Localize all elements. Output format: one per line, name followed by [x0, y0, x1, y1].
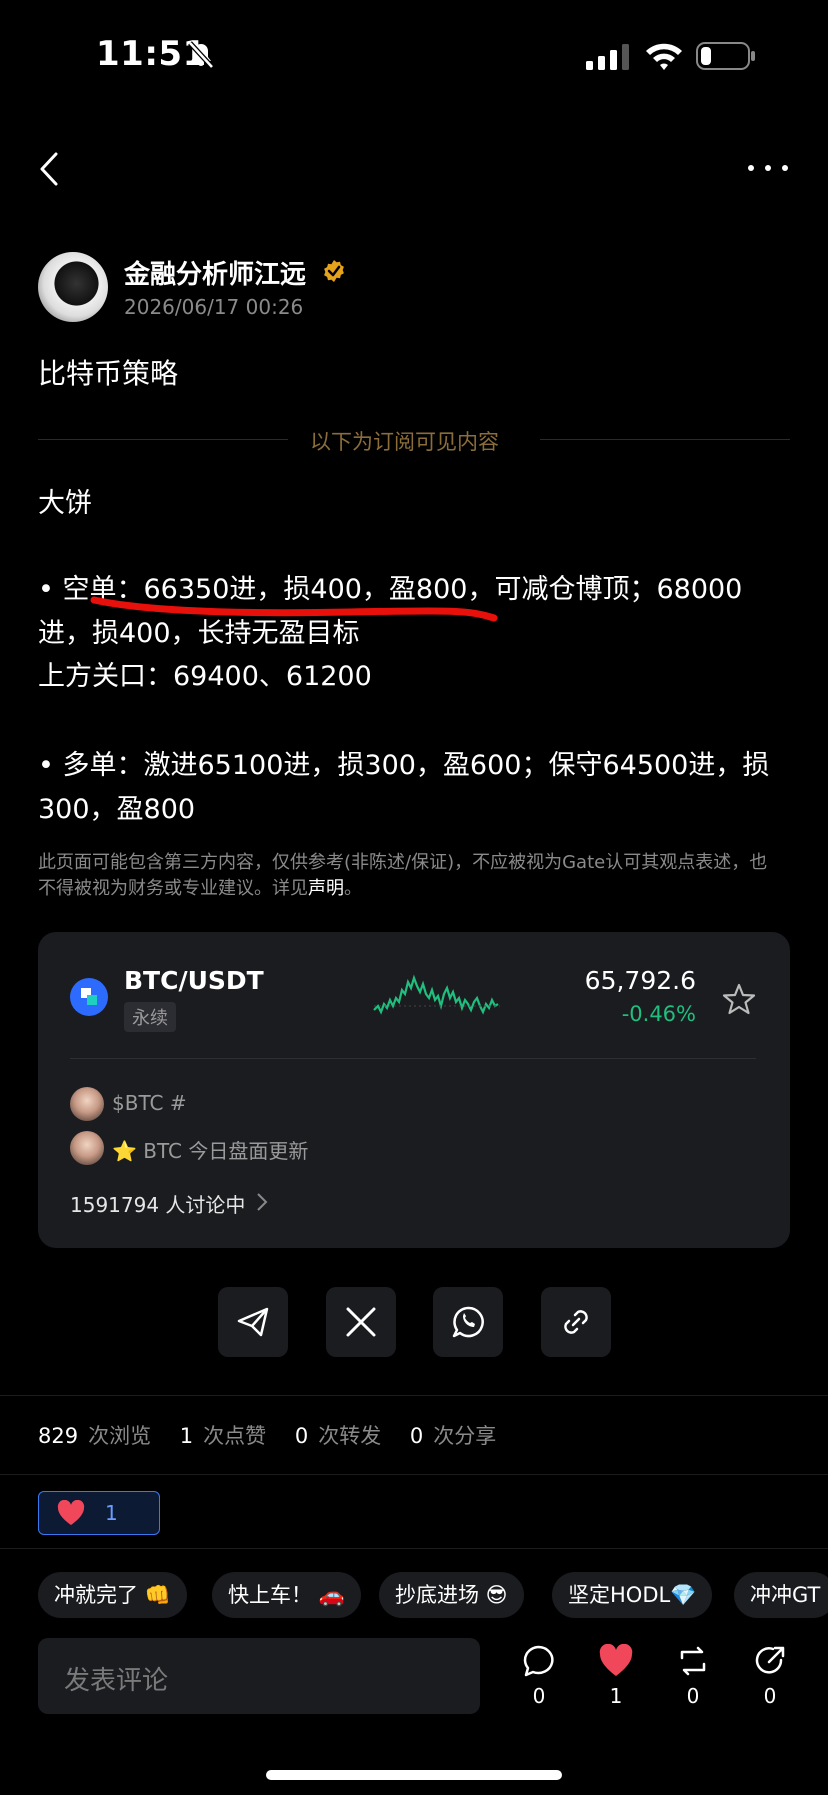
author-name[interactable]: 金融分析师江远 [124, 254, 306, 291]
discussion-count[interactable]: 1591794 人讨论中 [70, 1189, 245, 1218]
trading-pair: BTC/USDT [124, 966, 264, 995]
subscriber-content-label: 以下为订阅可见内容 [310, 430, 499, 454]
disclaimer: 此页面可能包含第三方内容，仅供参考(非陈述/保证)，不应被视为Gate认可其观点… [38, 850, 778, 902]
disclaimer-end: 。 [344, 878, 362, 899]
quick-reply-chip[interactable]: 抄底进场 😎 [379, 1572, 524, 1618]
disclaimer-link[interactable]: 声明 [308, 878, 344, 899]
battery-icon [696, 42, 755, 70]
share-action[interactable]: 0 [745, 1644, 795, 1708]
favorite-star-icon[interactable] [722, 982, 756, 1016]
repost-count: 0 [686, 1684, 700, 1708]
heart-filled-icon [599, 1643, 633, 1676]
body-line: 上方关口：69400、61200 [38, 661, 372, 692]
share-telegram-button[interactable] [218, 1287, 288, 1357]
disclaimer-text: 此页面可能包含第三方内容，仅供参考(非陈述/保证)，不应被视为Gate认可其观点… [38, 852, 768, 899]
quick-reply-chip[interactable]: 冲就完了 👊 [38, 1572, 187, 1618]
comment-placeholder: 发表评论 [64, 1666, 169, 1696]
telegram-icon [237, 1307, 269, 1337]
quick-reply-chip[interactable]: 坚定HODL💎 [552, 1572, 713, 1618]
comment-count: 0 [532, 1684, 546, 1708]
topic-avatar [70, 1131, 104, 1165]
shares-label: 次分享 [433, 1424, 497, 1448]
shares-count: 0 [409, 1424, 424, 1448]
likes-label: 次点赞 [203, 1424, 267, 1448]
likes-count: 1 [179, 1424, 194, 1448]
repost-action[interactable]: 0 [668, 1644, 718, 1708]
verified-badge-icon [324, 260, 344, 282]
bell-muted-icon [188, 41, 214, 69]
price-sparkline [373, 974, 500, 1015]
body-line: 大饼 [38, 488, 92, 519]
whatsapp-icon [452, 1306, 484, 1338]
copy-link-button[interactable] [541, 1287, 611, 1357]
last-price: 65,792.6 [584, 966, 696, 995]
cellular-signal-icon [586, 44, 629, 70]
x-icon [346, 1307, 376, 1337]
views-count: 829 [38, 1424, 79, 1448]
home-indicator[interactable] [266, 1770, 562, 1780]
heart-reaction-chip[interactable]: 1 [38, 1491, 160, 1535]
comment-action[interactable]: 0 [514, 1644, 564, 1708]
reposts-label: 次转发 [318, 1424, 382, 1448]
card-divider [70, 1058, 756, 1059]
topic-link[interactable]: ⭐ BTC 今日盘面更新 [112, 1135, 308, 1164]
quick-reply-chip[interactable]: 冲冲GT [734, 1572, 828, 1618]
share-x-button[interactable] [326, 1287, 396, 1357]
post-title: 比特币策略 [38, 357, 179, 390]
topic-text: BTC 今日盘面更新 [143, 1139, 309, 1163]
share-count: 0 [763, 1684, 777, 1708]
reposts-count: 0 [294, 1424, 309, 1448]
author-avatar[interactable] [38, 252, 108, 322]
back-arrow-icon[interactable] [36, 150, 64, 188]
reaction-count: 1 [105, 1501, 118, 1525]
like-count: 1 [609, 1684, 623, 1708]
price-change: -0.46% [621, 1002, 696, 1026]
divider [0, 1548, 828, 1549]
share-whatsapp-button[interactable] [433, 1287, 503, 1357]
body-line: 进，损400，长持无盈目标 [38, 618, 360, 649]
quick-reply-chip[interactable]: 快上车！ 🚗 [212, 1572, 361, 1618]
body-line: • 多单：激进65100进，损300，盈600；保守64500进，损 [38, 750, 770, 781]
wifi-icon [646, 43, 682, 70]
perpetual-tag: 永续 [124, 1002, 176, 1032]
comment-bubble-icon [523, 1645, 554, 1677]
share-icon [755, 1646, 785, 1674]
chevron-right-icon [257, 1193, 268, 1211]
divider [0, 1395, 828, 1396]
divider [0, 1474, 828, 1475]
coin-icon [70, 978, 108, 1016]
heart-icon [57, 1500, 85, 1525]
post-stats: 829 次浏览 1 次点赞 0 次转发 0 次分享 [38, 1420, 518, 1450]
post-timestamp: 2026/06/17 00:26 [124, 295, 304, 319]
like-action[interactable]: 1 [591, 1643, 641, 1708]
repost-icon [680, 1646, 706, 1676]
topic-avatar [70, 1087, 104, 1121]
link-icon [564, 1310, 588, 1334]
divider-left [38, 439, 288, 440]
star-emoji-icon: ⭐ [112, 1139, 137, 1163]
views-label: 次浏览 [88, 1424, 152, 1448]
topic-link[interactable]: $BTC # [112, 1091, 187, 1115]
divider-right [540, 439, 790, 440]
body-line: 300，盈800 [38, 794, 196, 825]
more-options-icon[interactable] [746, 160, 790, 176]
